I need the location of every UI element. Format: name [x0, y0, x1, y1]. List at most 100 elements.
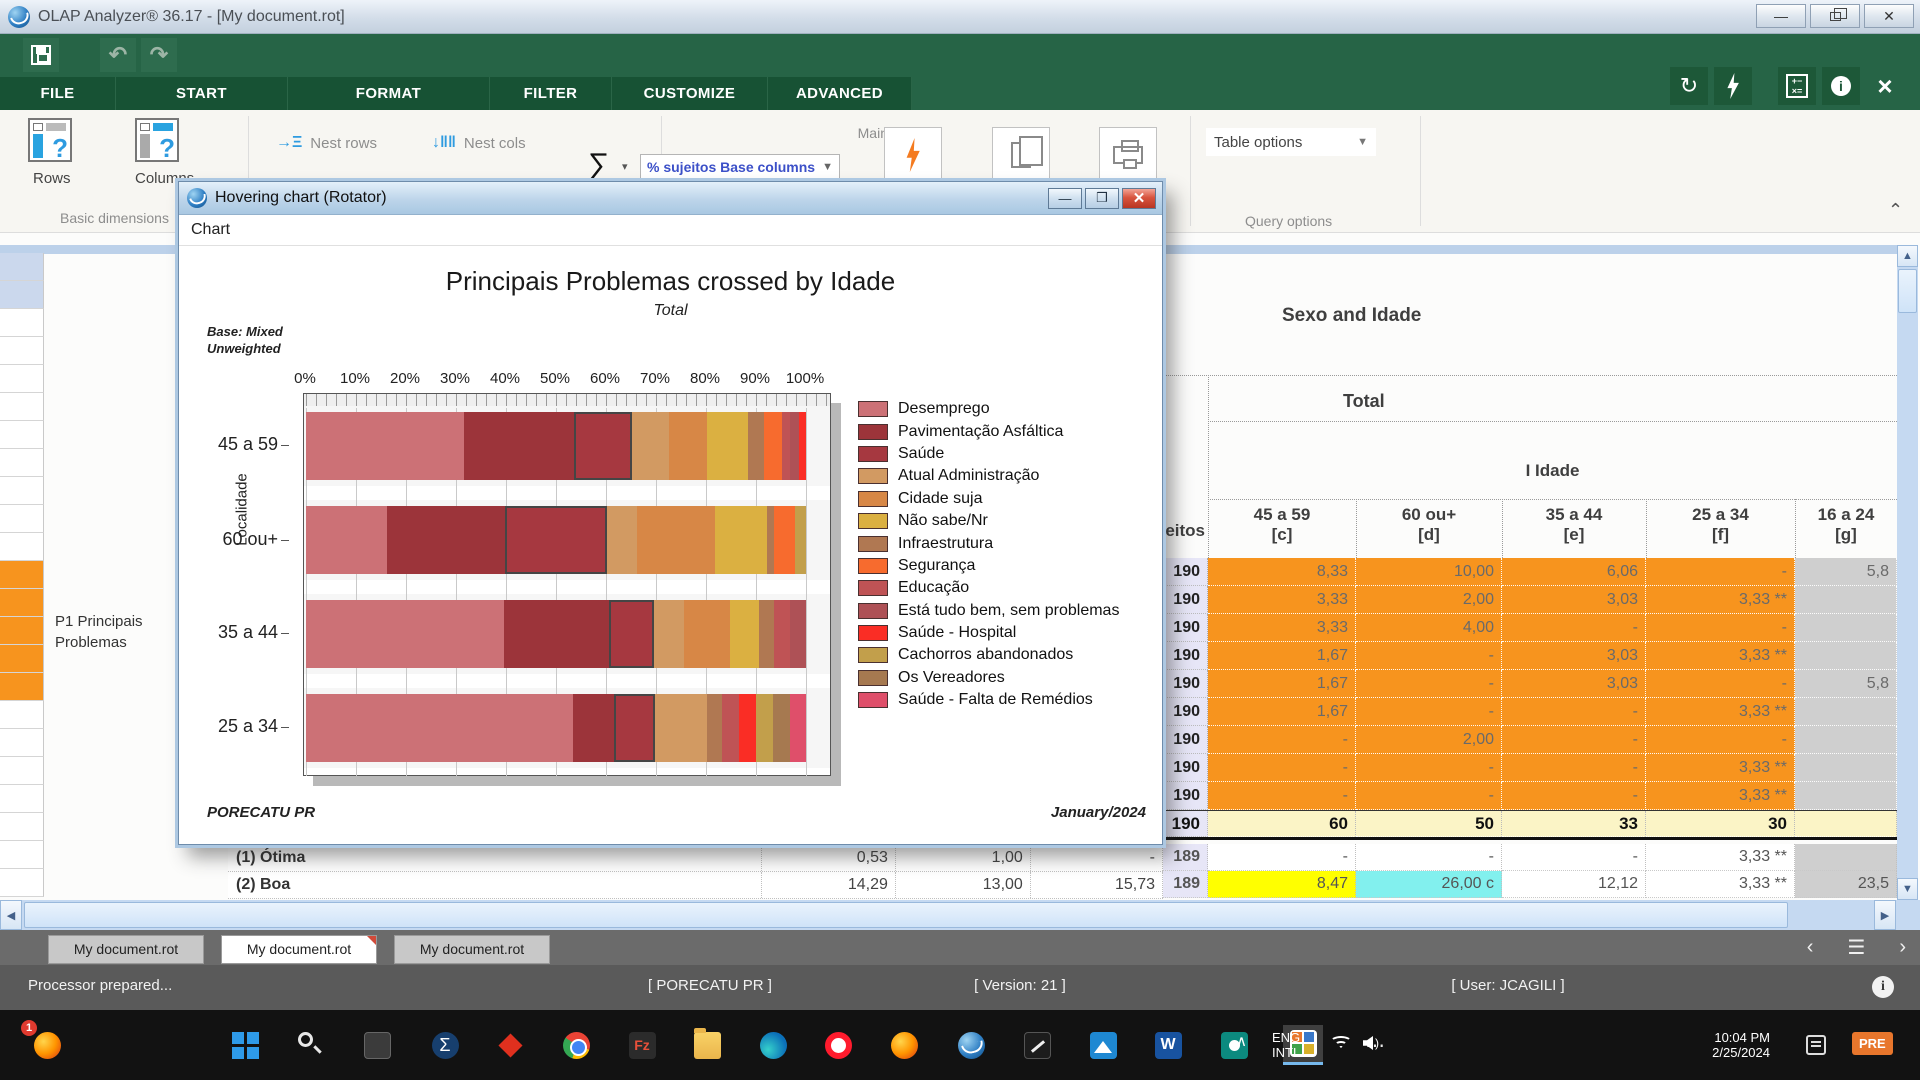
- bar-segment-seguran-a[interactable]: [774, 506, 795, 574]
- tab-scroll-right-icon[interactable]: ›: [1899, 936, 1906, 959]
- bar-segment-atual-administra-o[interactable]: [632, 412, 669, 480]
- bar-segment-cidade-suja[interactable]: [684, 600, 731, 668]
- bar-segment-infraestrutura[interactable]: [707, 694, 722, 762]
- close-button[interactable]: ✕: [1864, 4, 1914, 28]
- grid-cell[interactable]: [0, 253, 44, 281]
- grid-cell[interactable]: [0, 785, 44, 813]
- table-cell[interactable]: -: [1646, 670, 1795, 698]
- pre-badge[interactable]: PRE: [1852, 1032, 1893, 1055]
- bar-segment-cachorros-abandonados[interactable]: [795, 506, 806, 574]
- taskbar-chrome-icon[interactable]: [556, 1025, 596, 1065]
- bar-segment-pavimenta-o-asf-ltica[interactable]: [387, 506, 505, 574]
- grid-cell[interactable]: [0, 281, 44, 309]
- table-cell[interactable]: 3,03: [1502, 670, 1646, 698]
- menu-tab-filter[interactable]: FILTER: [490, 77, 612, 110]
- wifi-icon[interactable]: [1330, 1036, 1352, 1052]
- table-row[interactable]: 1903,334,00--: [1163, 614, 1897, 642]
- table-row[interactable]: 190-2,00--: [1163, 726, 1897, 754]
- bar-segment-est-tudo-bem-sem-problemas[interactable]: [790, 600, 806, 668]
- status-info-icon[interactable]: i: [1872, 976, 1894, 998]
- table-cell[interactable]: 3,33 **: [1646, 642, 1795, 670]
- grid-cell[interactable]: [0, 449, 44, 477]
- menu-tab-file[interactable]: FILE: [0, 77, 116, 110]
- table-cell[interactable]: 1,00: [896, 845, 1031, 871]
- bar-segment-educa-o[interactable]: [782, 412, 790, 480]
- table-cell[interactable]: -: [1031, 845, 1163, 871]
- taskbar-firefox-icon[interactable]: [884, 1025, 924, 1065]
- taskbar-word-icon[interactable]: W: [1148, 1025, 1188, 1065]
- grid-cell[interactable]: [0, 589, 44, 617]
- taskbar-search-icon[interactable]: [291, 1025, 331, 1065]
- bar-segment-sa-de[interactable]: [609, 600, 654, 668]
- table-cell[interactable]: 3,33: [1208, 586, 1356, 614]
- table-cell[interactable]: 8,33: [1208, 558, 1356, 586]
- grid-cell[interactable]: [0, 365, 44, 393]
- table-cell[interactable]: -: [1502, 698, 1646, 726]
- calculator-button[interactable]: +−×=: [1778, 67, 1816, 105]
- grid-cell[interactable]: [0, 561, 44, 589]
- table-row[interactable]: 1901,67-3,033,33 **: [1163, 642, 1897, 670]
- table-cell[interactable]: 2,00: [1356, 586, 1502, 614]
- bar-segment-desemprego[interactable]: [306, 412, 464, 480]
- bar-segment-infraestrutura[interactable]: [748, 412, 764, 480]
- taskbar-snip-tool-icon[interactable]: [1017, 1025, 1057, 1065]
- table-cell[interactable]: 3,33 **: [1646, 754, 1795, 782]
- taskbar-file-explorer-icon[interactable]: [357, 1025, 397, 1065]
- grid-cell[interactable]: [0, 729, 44, 757]
- tab-scroll-left-icon[interactable]: ‹: [1807, 936, 1814, 959]
- table-cell[interactable]: 1,67: [1208, 670, 1356, 698]
- nest-rows-button[interactable]: →Ξ Nest rows: [276, 134, 377, 152]
- horizontal-scrollbar[interactable]: ◀ ▶: [0, 900, 1920, 930]
- bar-segment-sa-de[interactable]: [614, 694, 656, 762]
- bar-segment-sa-de[interactable]: [505, 506, 607, 574]
- table-cell[interactable]: 3,33 **: [1646, 698, 1795, 726]
- bar-segment-atual-administra-o[interactable]: [654, 600, 684, 668]
- grid-cell[interactable]: [0, 617, 44, 645]
- bar-segment-educa-o[interactable]: [774, 600, 790, 668]
- table-cell[interactable]: 2,00: [1356, 726, 1502, 754]
- bar-segment-desemprego[interactable]: [306, 694, 573, 762]
- table-cell[interactable]: [1795, 614, 1897, 642]
- grid-cell[interactable]: [0, 841, 44, 869]
- grid-cell[interactable]: [0, 869, 44, 897]
- table-cell[interactable]: 3,33 **: [1646, 871, 1795, 898]
- table-cell[interactable]: -: [1356, 844, 1502, 871]
- volume-icon[interactable]: ): [1363, 1036, 1379, 1050]
- print-button[interactable]: [1099, 127, 1157, 183]
- undo-button[interactable]: ↶: [100, 38, 136, 72]
- table-cell[interactable]: 3,33 **: [1646, 782, 1795, 810]
- table-cell[interactable]: -: [1356, 754, 1502, 782]
- table-row[interactable]: 19060503330: [1163, 810, 1897, 840]
- table-row[interactable]: 1903,332,003,033,33 **: [1163, 586, 1897, 614]
- table-row[interactable]: 1901,67-3,03-5,8: [1163, 670, 1897, 698]
- grid-cell[interactable]: [0, 813, 44, 841]
- table-cell[interactable]: -: [1208, 844, 1356, 871]
- table-cell[interactable]: [1795, 782, 1897, 810]
- grid-cell[interactable]: [0, 477, 44, 505]
- table-cell[interactable]: 23,5: [1795, 871, 1897, 898]
- bar-segment-est-tudo-bem-sem-problemas[interactable]: [790, 412, 799, 480]
- table-cell[interactable]: [1795, 844, 1897, 871]
- table-row[interactable]: (2) Boa14,2913,0015,73: [228, 872, 1163, 899]
- table-cell[interactable]: 30: [1646, 811, 1795, 837]
- taskbar-folder-icon[interactable]: [687, 1025, 727, 1065]
- refresh-button[interactable]: ↻: [1670, 67, 1708, 105]
- table-cell[interactable]: 3,33 **: [1646, 586, 1795, 614]
- taskbar-edge-icon[interactable]: [753, 1025, 793, 1065]
- table-cell[interactable]: -: [1356, 670, 1502, 698]
- run-button[interactable]: [1714, 67, 1752, 105]
- menu-tab-start[interactable]: START: [116, 77, 288, 110]
- dialog-minimize-button[interactable]: —: [1048, 188, 1082, 209]
- tray-expand-icon[interactable]: ∧: [1236, 1032, 1247, 1050]
- table-cell[interactable]: 12,12: [1502, 871, 1646, 898]
- stacked-bar[interactable]: [306, 694, 806, 762]
- table-cell[interactable]: 8,47: [1208, 871, 1356, 898]
- scroll-right-icon[interactable]: ▶: [1874, 900, 1896, 930]
- dialog-titlebar[interactable]: Hovering chart (Rotator) — ❒ ✕: [179, 182, 1162, 215]
- stacked-bar[interactable]: [306, 412, 806, 480]
- table-cell[interactable]: -: [1208, 782, 1356, 810]
- bar-segment-n-o-sabe-nr[interactable]: [715, 506, 767, 574]
- bar-segment-cidade-suja[interactable]: [669, 412, 707, 480]
- taskbar-start-icon[interactable]: [225, 1025, 265, 1065]
- restore-button[interactable]: [1810, 4, 1860, 28]
